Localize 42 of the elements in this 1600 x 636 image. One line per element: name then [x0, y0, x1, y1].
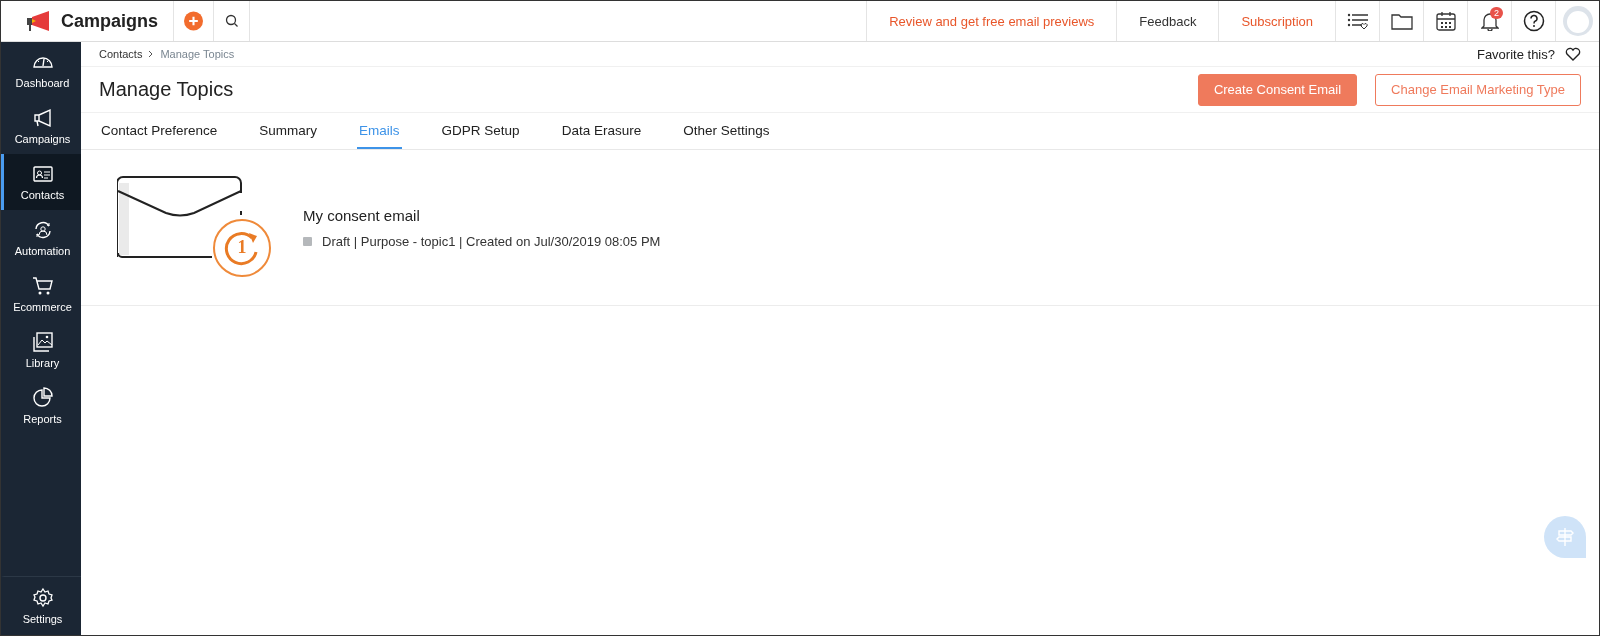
sidebar-item[interactable]: Campaigns: [1, 98, 81, 154]
tab[interactable]: Summary: [257, 113, 320, 149]
bell-icon: [1480, 11, 1499, 31]
heart-icon: [1565, 47, 1581, 61]
signpost-icon: [1556, 527, 1574, 547]
search-icon: [224, 14, 239, 28]
sidebar-item[interactable]: Library: [1, 322, 81, 378]
help-icon: [1522, 10, 1545, 32]
sidebar-item[interactable]: Dashboard: [1, 42, 81, 98]
breadcrumb-item[interactable]: Contacts: [99, 48, 143, 60]
tab[interactable]: GDPR Setup: [439, 113, 522, 149]
cart-icon: [31, 275, 54, 297]
plus-icon: [184, 10, 203, 32]
page-title: Manage Topics: [99, 78, 234, 101]
email-details: Draft | Purpose - topic1 | Created on Jul/30/2019 08:05 PM: [322, 233, 661, 249]
megaphone-icon: [31, 107, 54, 129]
promo-link[interactable]: Review and get free email previews: [866, 1, 1117, 41]
feedback-link[interactable]: Feedback: [1116, 1, 1219, 41]
sidebar-item[interactable]: Reports: [1, 378, 81, 434]
folder-icon: [1390, 12, 1413, 30]
chevron-icon: [148, 50, 155, 58]
pie-chart-icon: [31, 387, 54, 409]
tab[interactable]: Contact Preference: [99, 113, 220, 149]
image-stack-icon: [31, 331, 54, 353]
email-name[interactable]: My consent email: [303, 206, 661, 224]
avatar-icon: [1562, 6, 1593, 36]
notification-badge: 2: [1490, 7, 1503, 19]
sidebar-item[interactable]: Automation: [1, 210, 81, 266]
sequence-badge: 1: [213, 218, 271, 277]
list-heart-icon: [1346, 12, 1369, 30]
breadcrumb-item: Manage Topics: [160, 48, 235, 60]
app-name: Campaigns: [61, 10, 159, 32]
tab[interactable]: Other Settings: [681, 113, 772, 149]
calendar-icon: [1435, 11, 1456, 31]
promo-link[interactable]: Subscription: [1218, 1, 1335, 41]
sidebar-item[interactable]: Ecommerce: [1, 266, 81, 322]
favorite-label: Favorite this?: [1476, 46, 1555, 62]
gear-icon: [31, 587, 54, 609]
contact-card-icon: [31, 163, 54, 185]
sidebar-item[interactable]: Contacts: [1, 154, 81, 210]
notifications-button[interactable]: 2: [1467, 1, 1511, 41]
tab[interactable]: Data Erasure: [559, 113, 644, 149]
